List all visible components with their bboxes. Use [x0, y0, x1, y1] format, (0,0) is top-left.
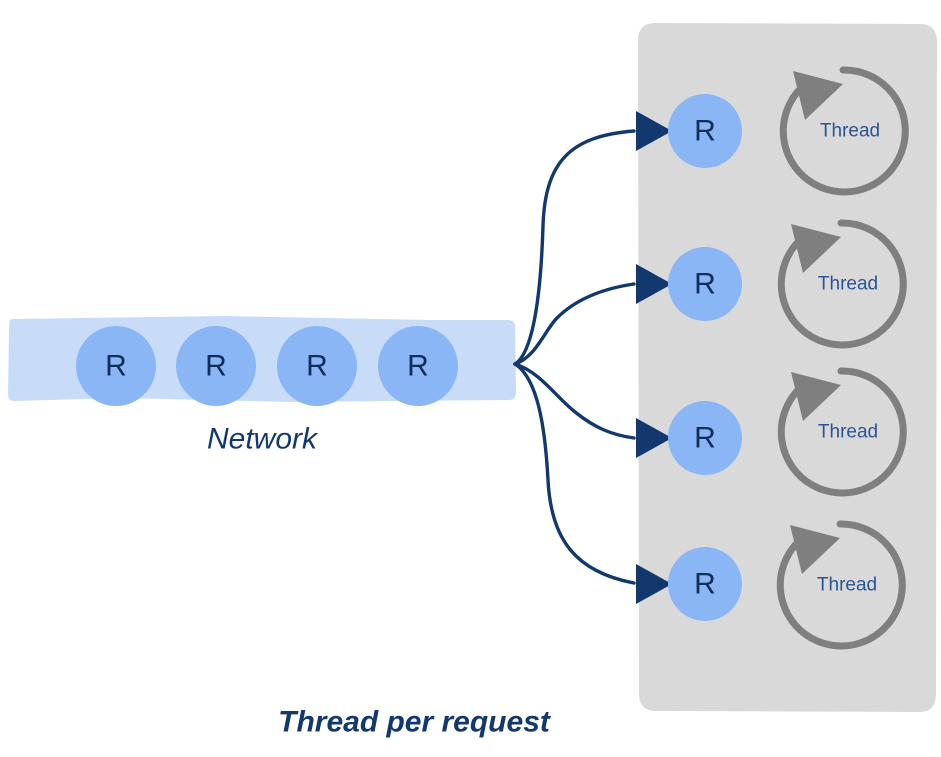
network-request-4: R: [378, 326, 458, 406]
network-request-1: R: [76, 326, 156, 406]
request-label: R: [407, 350, 429, 383]
server-request-label: R: [694, 115, 716, 148]
network-label: Network: [207, 423, 319, 456]
server-request-label: R: [694, 568, 716, 601]
connector-curves: [513, 129, 636, 585]
thread-label: Thread: [818, 422, 878, 443]
request-label: R: [205, 350, 227, 383]
server-request-label: R: [694, 268, 716, 301]
request-label: R: [306, 350, 328, 383]
thread-label: Thread: [817, 575, 877, 596]
network-request-2: R: [176, 326, 256, 406]
server-request-label: R: [694, 422, 716, 455]
thread-per-request-diagram: R R R R Network R Thread R Thread R Thre…: [8, 23, 937, 739]
connector-to-request-1: [513, 129, 636, 366]
request-label: R: [105, 350, 127, 383]
network-request-3: R: [277, 326, 357, 406]
connector-to-request-3: [513, 362, 636, 440]
thread-label: Thread: [820, 121, 880, 142]
diagram-title: Thread per request: [278, 706, 552, 739]
connector-to-request-4: [513, 362, 636, 585]
diagram-canvas: R R R R Network R Thread R Thread R Thre…: [0, 0, 941, 757]
thread-label: Thread: [818, 274, 878, 295]
